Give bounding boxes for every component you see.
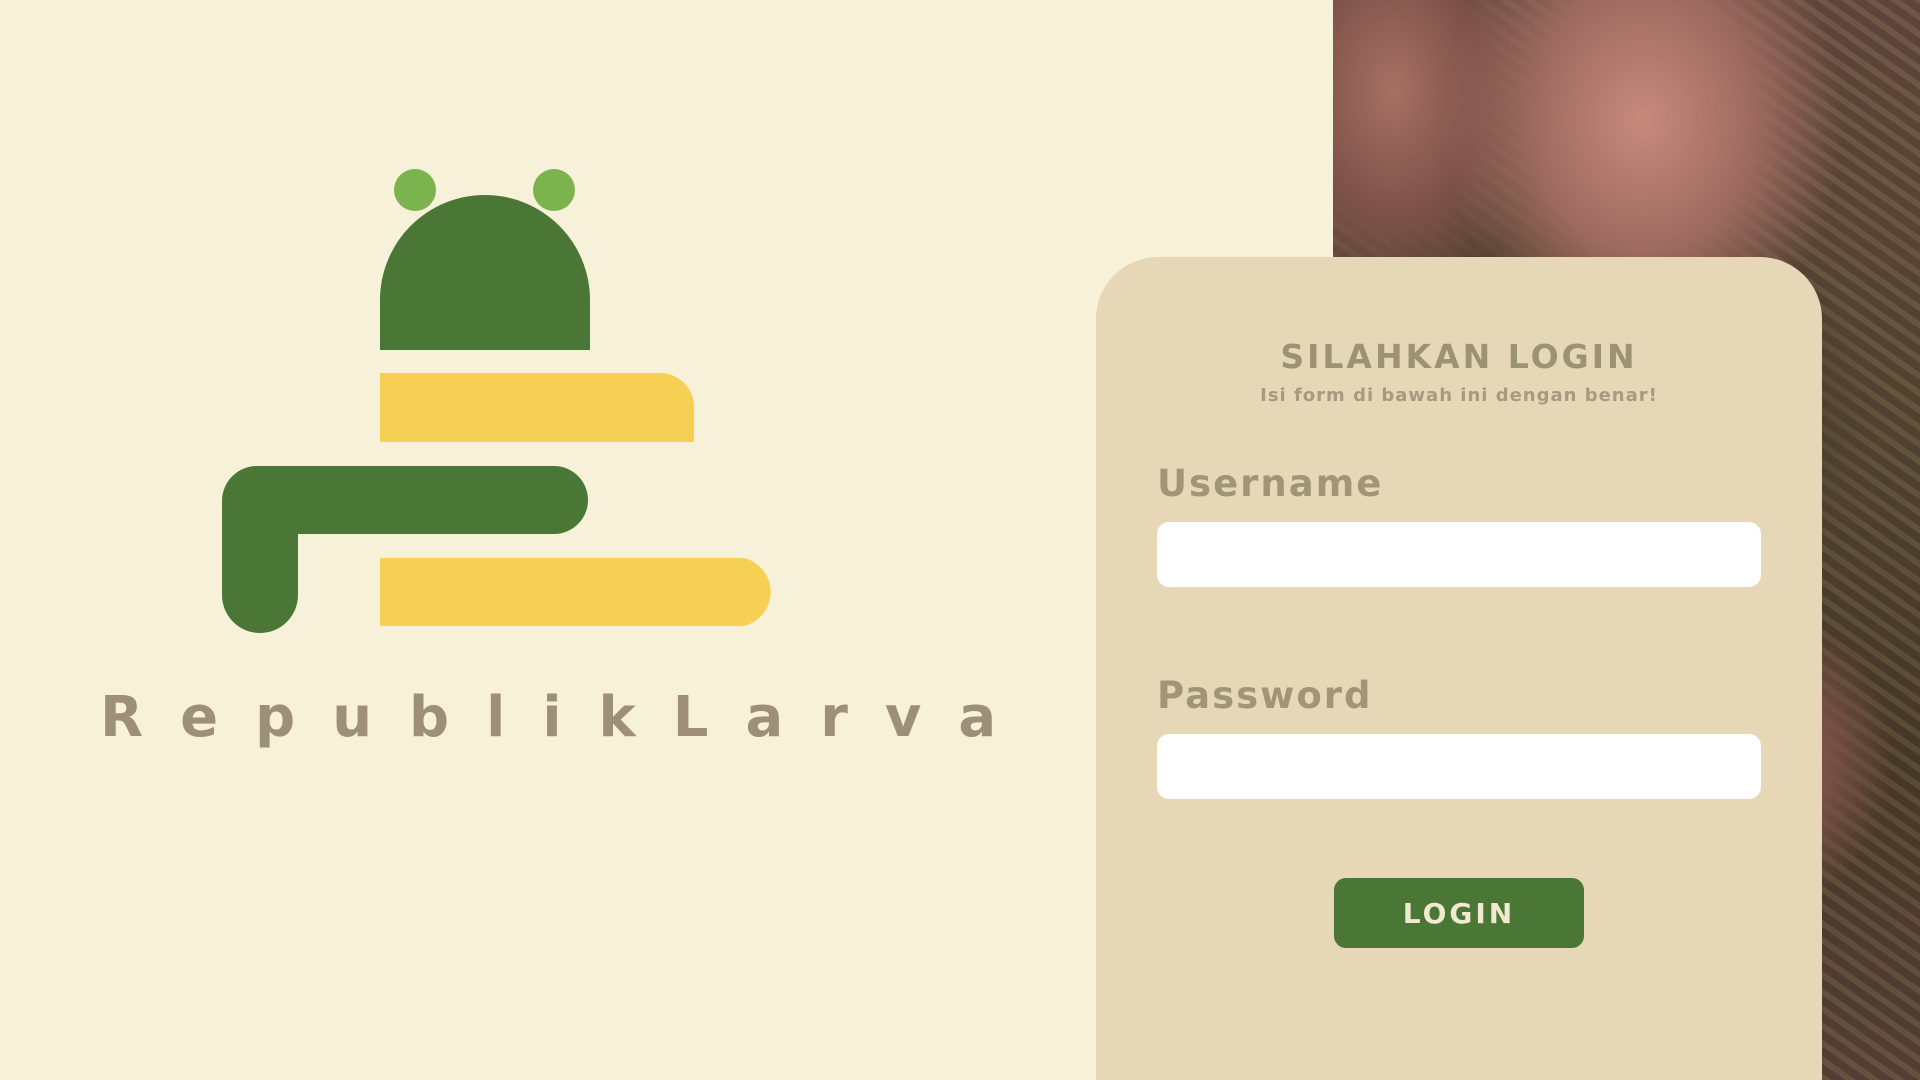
login-subtitle: Isi form di bawah ini dengan benar!: [1260, 385, 1658, 406]
username-input[interactable]: [1157, 522, 1761, 587]
password-label: Password: [1157, 674, 1373, 717]
username-label: Username: [1157, 462, 1384, 505]
login-page: RepublikLarva SILAHKAN LOGIN Isi form di…: [0, 0, 1920, 1080]
republik-larva-logo-icon: [222, 169, 771, 633]
logo-lower-yellow-bar: [380, 558, 771, 626]
password-input[interactable]: [1157, 734, 1761, 799]
login-card: SILAHKAN LOGIN Isi form di bawah ini den…: [1096, 257, 1822, 1080]
logo-head: [380, 195, 590, 350]
brand-name: RepublikLarva: [100, 685, 1034, 750]
login-button[interactable]: LOGIN: [1334, 878, 1584, 948]
logo-right-eye: [533, 169, 575, 211]
logo-upper-yellow-bar: [380, 373, 694, 442]
login-title: SILAHKAN LOGIN: [1280, 337, 1638, 376]
logo-left-eye: [394, 169, 436, 211]
